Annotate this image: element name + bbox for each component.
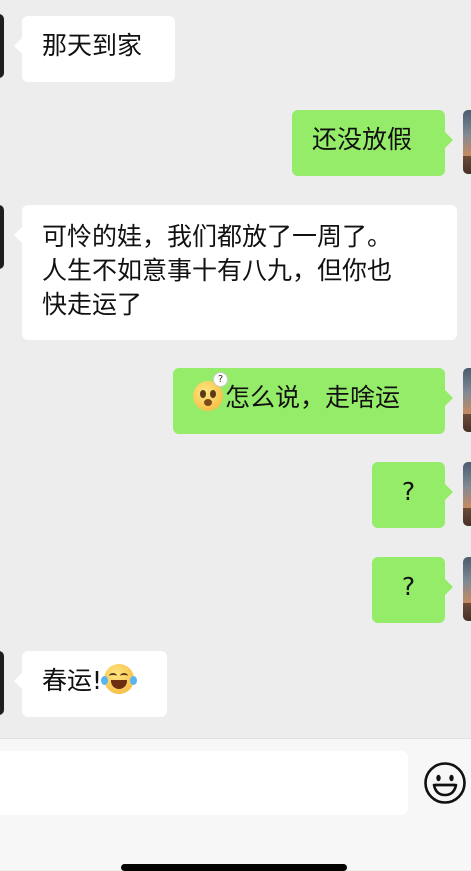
incoming-message-bubble[interactable]: 春运!: [14, 651, 167, 717]
avatar-image: [463, 603, 471, 621]
contact-avatar[interactable]: [0, 651, 4, 715]
message-text: 那天到家: [42, 31, 143, 60]
incoming-message-bubble[interactable]: 那天到家: [14, 16, 175, 82]
chat-input-bar: [0, 738, 471, 871]
emoji-button[interactable]: [423, 761, 467, 805]
my-avatar[interactable]: [463, 368, 471, 432]
tears-of-joy-face-icon: [101, 664, 138, 694]
incoming-message-bubble[interactable]: 可怜的娃，我们都放了一周了。 人生不如意事十有八九，但你也 快走运了: [14, 205, 457, 340]
message-text-line-1: 可怜的娃，我们都放了一周了。: [42, 222, 393, 251]
avatar-image: [463, 508, 471, 526]
message-text-line-2: 人生不如意事十有八九，但你也: [42, 256, 393, 285]
thinking-face-with-question-mark-icon: ?: [193, 372, 228, 411]
outgoing-message-bubble[interactable]: 还没放假: [292, 110, 453, 176]
outgoing-message-bubble[interactable]: ?: [372, 557, 453, 623]
chat-message-list[interactable]: 那天到家 还没放假 可怜的娃，我们都放了一周了。 人生不如意事十有八九，但你也 …: [0, 0, 471, 738]
my-avatar[interactable]: [463, 557, 471, 621]
message-text: 怎么说，走啥运: [225, 383, 401, 412]
smiley-face-icon: [424, 762, 466, 804]
contact-avatar[interactable]: [0, 205, 4, 269]
message-text: 还没放假: [312, 125, 413, 154]
my-avatar[interactable]: [463, 110, 471, 174]
message-input[interactable]: [0, 751, 408, 815]
message-text: ?: [401, 477, 416, 506]
message-text-line-3: 快走运了: [42, 290, 143, 319]
contact-avatar[interactable]: [0, 14, 4, 78]
avatar-image: [463, 156, 471, 174]
outgoing-message-bubble[interactable]: ?: [372, 462, 453, 528]
message-text: 春运!: [42, 666, 103, 695]
my-avatar[interactable]: [463, 462, 471, 526]
message-text: ?: [401, 572, 416, 601]
outgoing-message-bubble[interactable]: ? 怎么说，走啥运: [173, 368, 453, 434]
avatar-image: [463, 414, 471, 432]
